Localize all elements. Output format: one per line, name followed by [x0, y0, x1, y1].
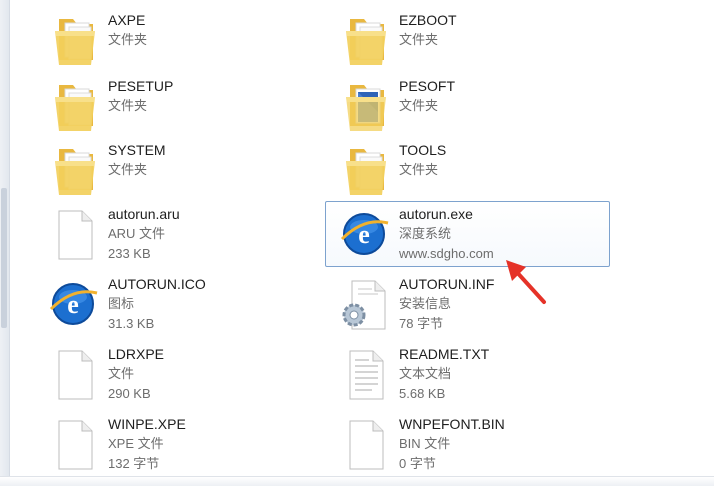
file-name: autorun.aru [108, 206, 180, 222]
file-type: 图标 [108, 296, 135, 311]
file-type: 文件夹 [108, 162, 148, 177]
file-size: 233 KB [108, 246, 151, 261]
file-item-autorun-inf[interactable]: AUTORUN.INF 安装信息 78 字节 [325, 271, 610, 337]
file-item-winpe-xpe[interactable]: WINPE.XPE XPE 文件 132 字节 [34, 411, 319, 477]
settings-file-icon [336, 275, 396, 333]
file-name: AXPE [108, 12, 146, 28]
file-name: WNPEFONT.BIN [399, 416, 505, 432]
blank-file-icon [45, 415, 105, 473]
folder-icon [45, 11, 105, 69]
file-name: EZBOOT [399, 12, 457, 28]
blank-file-icon [45, 345, 105, 403]
file-name: AUTORUN.ICO [108, 276, 206, 292]
file-size: 0 字节 [399, 456, 436, 471]
file-name: PESOFT [399, 78, 456, 94]
ie-app-icon: e [336, 205, 396, 263]
text-file-icon [336, 345, 396, 403]
file-type: 文件 [108, 366, 135, 381]
file-list: AXPE 文件夹 EZBOOT 文件夹 PESETUP 文件夹 PESOFT 文… [0, 0, 714, 476]
file-type: ARU 文件 [108, 226, 166, 241]
file-name: AUTORUN.INF [399, 276, 495, 292]
folder-icon [336, 141, 396, 199]
file-name: SYSTEM [108, 142, 166, 158]
file-size: 5.68 KB [399, 386, 446, 401]
file-name: autorun.exe [399, 206, 473, 222]
file-description: 深度系统 [399, 226, 452, 241]
blank-file-icon [336, 415, 396, 473]
ie-icon-file-icon: e [45, 275, 105, 333]
red-arrow-icon [506, 260, 546, 304]
file-item-axpe[interactable]: AXPE 文件夹 [34, 7, 319, 73]
file-item-ezboot[interactable]: EZBOOT 文件夹 [325, 7, 610, 73]
file-type: 文件夹 [399, 98, 439, 113]
file-size: 78 字节 [399, 316, 444, 331]
file-item-autorun-exe[interactable]: e autorun.exe 深度系统 www.sdgho.com [325, 201, 610, 267]
file-item-autorun-ico[interactable]: e AUTORUN.ICO 图标 31.3 KB [34, 271, 319, 337]
file-item-tools[interactable]: TOOLS 文件夹 [325, 137, 610, 203]
file-item-system[interactable]: SYSTEM 文件夹 [34, 137, 319, 203]
folder-doc-icon [336, 77, 396, 135]
folder-icon [45, 77, 105, 135]
file-type: BIN 文件 [399, 436, 451, 451]
file-company: www.sdgho.com [399, 246, 494, 261]
file-item-wnpefont-bin[interactable]: WNPEFONT.BIN BIN 文件 0 字节 [325, 411, 610, 477]
file-size: 31.3 KB [108, 316, 155, 331]
file-type: 文件夹 [108, 32, 148, 47]
file-type: 文本文档 [399, 366, 452, 381]
file-name: TOOLS [399, 142, 447, 158]
file-item-ldrxpe[interactable]: LDRXPE 文件 290 KB [34, 341, 319, 407]
file-type: 文件夹 [108, 98, 148, 113]
file-type: XPE 文件 [108, 436, 164, 451]
folder-icon [45, 141, 105, 199]
file-name: PESETUP [108, 78, 174, 94]
file-item-pesetup[interactable]: PESETUP 文件夹 [34, 73, 319, 139]
file-name: WINPE.XPE [108, 416, 186, 432]
file-item-readme-txt[interactable]: README.TXT 文本文档 5.68 KB [325, 341, 610, 407]
file-size: 132 字节 [108, 456, 160, 471]
file-item-pesoft[interactable]: PESOFT 文件夹 [325, 73, 610, 139]
file-size: 290 KB [108, 386, 151, 401]
blank-file-icon [45, 205, 105, 263]
file-type: 文件夹 [399, 162, 439, 177]
file-type: 安装信息 [399, 296, 452, 311]
file-name: README.TXT [399, 346, 490, 362]
file-type: 文件夹 [399, 32, 439, 47]
folder-icon [336, 11, 396, 69]
file-name: LDRXPE [108, 346, 165, 362]
file-item-autorun-aru[interactable]: autorun.aru ARU 文件 233 KB [34, 201, 319, 267]
